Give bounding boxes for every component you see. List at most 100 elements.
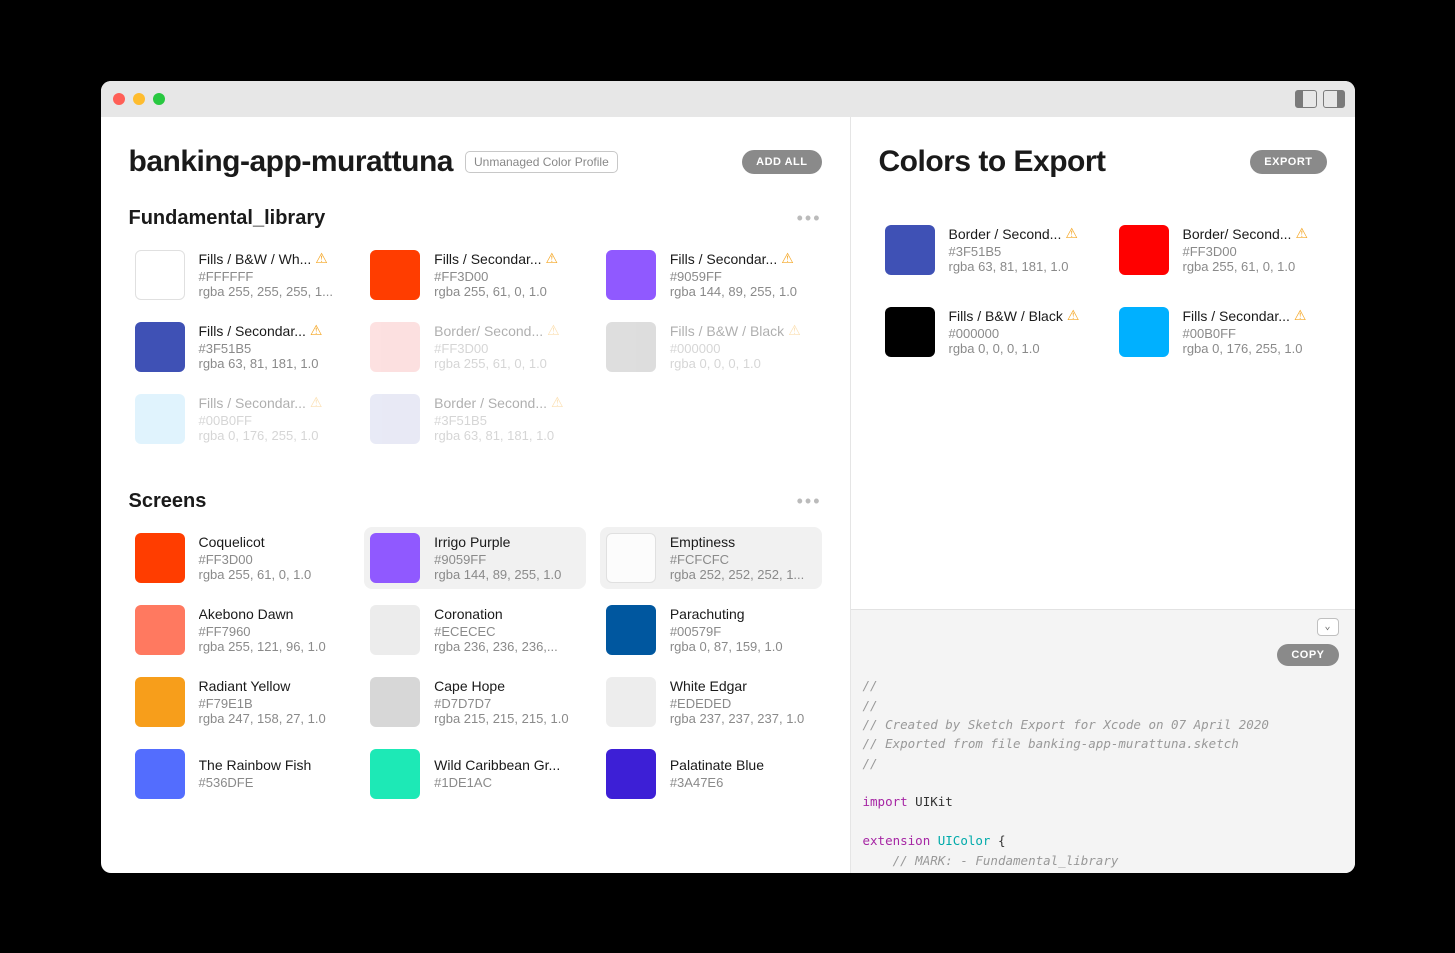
swatch-hex: #00B0FF bbox=[1183, 326, 1321, 341]
swatch-color bbox=[606, 749, 656, 799]
swatch-hex: #F79E1B bbox=[199, 696, 345, 711]
color-swatch-item[interactable]: Emptiness#FCFCFCrgba 252, 252, 252, 1... bbox=[600, 527, 822, 589]
color-swatch-item[interactable]: Fills / B&W / Black⚠#000000rgba 0, 0, 0,… bbox=[600, 316, 822, 378]
swatch-color bbox=[606, 677, 656, 727]
swatch-color bbox=[135, 677, 185, 727]
more-icon[interactable]: ••• bbox=[797, 491, 822, 512]
color-swatch-item[interactable]: Akebono Dawn #FF7960rgba 255, 121, 96, 1.… bbox=[129, 599, 351, 661]
color-swatch-item[interactable]: Fills / B&W / Black⚠#000000rgba 0, 0, 0,… bbox=[879, 301, 1093, 363]
warning-icon: ⚠ bbox=[551, 394, 564, 411]
color-swatch-item[interactable]: Border/ Second...⚠#FF3D00rgba 255, 61, 0… bbox=[1113, 219, 1327, 281]
swatch-rgba: rgba 0, 0, 0, 1.0 bbox=[949, 341, 1087, 356]
color-swatch-item[interactable]: The Rainbow Fish#536DFE bbox=[129, 743, 351, 805]
more-icon[interactable]: ••• bbox=[797, 208, 822, 229]
swatch-name: Radiant Yellow bbox=[199, 678, 291, 694]
close-icon[interactable] bbox=[113, 93, 125, 105]
left-pane: banking-app-murattuna Unmanaged Color Pr… bbox=[101, 117, 851, 873]
traffic-lights bbox=[113, 93, 165, 105]
swatch-name: Coronation bbox=[434, 606, 503, 622]
swatch-rgba: rgba 255, 61, 0, 1.0 bbox=[1183, 259, 1321, 274]
add-all-button[interactable]: ADD ALL bbox=[742, 150, 821, 174]
swatch-rgba: rgba 63, 81, 181, 1.0 bbox=[949, 259, 1087, 274]
swatch-rgba: rgba 215, 215, 215, 1.0 bbox=[434, 711, 580, 726]
swatch-hex: #FFFFFF bbox=[199, 269, 345, 284]
color-swatch-item[interactable]: Coquelicot#FF3D00rgba 255, 61, 0, 1.0 bbox=[129, 527, 351, 589]
color-swatch-item[interactable]: Fills / Secondar...⚠#9059FFrgba 144, 89,… bbox=[600, 244, 822, 306]
color-swatch-item[interactable]: Fills / B&W / Wh...⚠#FFFFFFrgba 255, 255… bbox=[129, 244, 351, 306]
swatch-rgba: rgba 255, 255, 255, 1... bbox=[199, 284, 345, 299]
swatch-grid: Fills / B&W / Wh...⚠#FFFFFFrgba 255, 255… bbox=[129, 244, 822, 450]
swatch-hex: #9059FF bbox=[670, 269, 816, 284]
swatch-name: Border / Second... bbox=[434, 395, 547, 411]
swatch-color bbox=[370, 605, 420, 655]
swatch-name: Fills / Secondar... bbox=[199, 395, 306, 411]
swatch-name: Border / Second... bbox=[949, 226, 1062, 242]
swatch-color bbox=[606, 605, 656, 655]
swatch-name: Border/ Second... bbox=[434, 323, 543, 339]
swatch-hex: #D7D7D7 bbox=[434, 696, 580, 711]
section-title: Screens bbox=[129, 490, 207, 513]
swatch-color bbox=[1119, 307, 1169, 357]
swatch-color bbox=[370, 749, 420, 799]
swatch-hex: #3F51B5 bbox=[199, 341, 345, 356]
export-button[interactable]: EXPORT bbox=[1250, 150, 1326, 174]
color-swatch-item[interactable]: Coronation#ECECECrgba 236, 236, 236,... bbox=[364, 599, 586, 661]
swatch-color bbox=[370, 394, 420, 444]
swatch-color bbox=[606, 322, 656, 372]
swatch-name: Akebono Dawn bbox=[199, 606, 294, 622]
color-swatch-item[interactable]: Fills / Secondar... ⚠ #FF3D00rgba 255, 61,… bbox=[364, 244, 586, 306]
swatch-hex: #EDEDED bbox=[670, 696, 816, 711]
toggle-left-panel-icon[interactable] bbox=[1295, 90, 1317, 108]
swatch-rgba: rgba 63, 81, 181, 1.0 bbox=[199, 356, 345, 371]
color-swatch-item[interactable]: Fills / Secondar...⚠#3F51B5rgba 63, 81, … bbox=[129, 316, 351, 378]
color-swatch-item[interactable]: Fills / Secondar...⚠#00B0FFrgba 0, 176, … bbox=[129, 388, 351, 450]
color-swatch-item[interactable]: Border / Second...⚠#3F51B5rgba 63, 81, 1… bbox=[364, 388, 586, 450]
color-swatch-item[interactable]: Fills / Secondar...⚠#00B0FFrgba 0, 176, … bbox=[1113, 301, 1327, 363]
color-swatch-item[interactable]: Border / Second...⚠#3F51B5rgba 63, 81, 1… bbox=[879, 219, 1093, 281]
swatch-rgba: rgba 255, 61, 0, 1.0 bbox=[434, 284, 580, 299]
swatch-rgba: rgba 0, 176, 255, 1.0 bbox=[1183, 341, 1321, 356]
color-swatch-item[interactable]: White Edgar#EDEDEDrgba 237, 237, 237, 1.… bbox=[600, 671, 822, 733]
color-swatch-item[interactable]: Cape Hope#D7D7D7rgba 215, 215, 215, 1.0 bbox=[364, 671, 586, 733]
swatch-hex: #3F51B5 bbox=[434, 413, 580, 428]
swatch-name: Wild Caribbean Gr... bbox=[434, 757, 560, 773]
warning-icon: ⚠ bbox=[1067, 307, 1080, 324]
zoom-icon[interactable] bbox=[153, 93, 165, 105]
toggle-right-panel-icon[interactable] bbox=[1323, 90, 1345, 108]
swatch-hex: #FF3D00 bbox=[434, 341, 580, 356]
warning-icon: ⚠ bbox=[546, 250, 559, 267]
swatch-hex: #ECECEC bbox=[434, 624, 580, 639]
minimize-icon[interactable] bbox=[133, 93, 145, 105]
swatch-rgba: rgba 247, 158, 27, 1.0 bbox=[199, 711, 345, 726]
swatch-name: Fills / Secondar... bbox=[1183, 308, 1290, 324]
right-pane: Colors to Export EXPORT Border / Second.… bbox=[851, 117, 1355, 873]
swatch-name: Fills / Secondar... bbox=[199, 323, 306, 339]
color-swatch-item[interactable]: Border/ Second...⚠ #FF3D00rgba 255, 61, 0… bbox=[364, 316, 586, 378]
warning-icon: ⚠ bbox=[547, 322, 560, 339]
color-swatch-item[interactable]: Radiant Yellow #F79E1Brgba 247, 158, 27, … bbox=[129, 671, 351, 733]
swatch-hex: #FF7960 bbox=[199, 624, 345, 639]
section-title: Fundamental_library bbox=[129, 207, 326, 230]
color-swatch-item[interactable]: Palatinate Blue#3A47E6 bbox=[600, 743, 822, 805]
color-swatch-item[interactable]: Wild Caribbean Gr...#1DE1AC bbox=[364, 743, 586, 805]
chevron-down-icon[interactable]: ⌄ bbox=[1317, 618, 1339, 636]
swatch-color bbox=[885, 307, 935, 357]
swatch-name: The Rainbow Fish bbox=[199, 757, 312, 773]
swatch-name: Irrigo Purple bbox=[434, 534, 510, 550]
color-swatch-item[interactable]: Irrigo Purple#9059FFrgba 144, 89, 255, 1… bbox=[364, 527, 586, 589]
swatch-rgba: rgba 255, 121, 96, 1.0 bbox=[199, 639, 345, 654]
swatch-rgba: rgba 252, 252, 252, 1... bbox=[670, 567, 816, 582]
swatch-color bbox=[135, 605, 185, 655]
color-swatch-item[interactable]: Parachuting#00579Frgba 0, 87, 159, 1.0 bbox=[600, 599, 822, 661]
swatch-rgba: rgba 0, 0, 0, 1.0 bbox=[670, 356, 816, 371]
swatch-color bbox=[370, 322, 420, 372]
swatch-hex: #FF3D00 bbox=[434, 269, 580, 284]
swatch-name: Fills / Secondar... bbox=[670, 251, 777, 267]
swatch-rgba: rgba 255, 61, 0, 1.0 bbox=[434, 356, 580, 371]
swatch-rgba: rgba 237, 237, 237, 1.0 bbox=[670, 711, 816, 726]
swatch-name: Fills / B&W / Black bbox=[949, 308, 1063, 324]
warning-icon: ⚠ bbox=[315, 250, 328, 267]
copy-button[interactable]: COPY bbox=[1277, 644, 1338, 666]
swatch-name: Fills / Secondar... bbox=[434, 251, 541, 267]
color-profile-badge: Unmanaged Color Profile bbox=[465, 151, 618, 173]
